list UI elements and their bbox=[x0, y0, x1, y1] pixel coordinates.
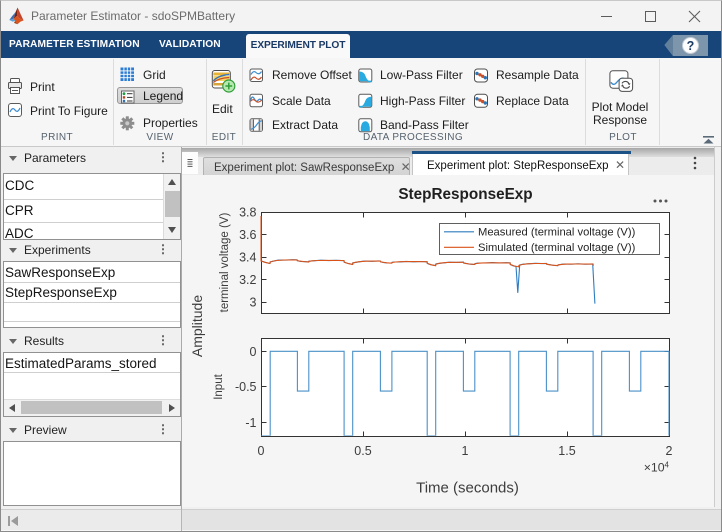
svg-text:terminal voltage (V): terminal voltage (V) bbox=[219, 212, 231, 312]
svg-text:Input: Input bbox=[213, 373, 225, 399]
svg-text:3.8: 3.8 bbox=[239, 206, 256, 220]
svg-text:?: ? bbox=[687, 39, 695, 53]
svg-text:Simulated (terminal voltage (V: Simulated (terminal voltage (V)) bbox=[478, 242, 636, 254]
svg-text:Measured (terminal voltage (V): Measured (terminal voltage (V)) bbox=[478, 227, 636, 239]
svg-text:1.5: 1.5 bbox=[558, 444, 575, 458]
svg-text:0: 0 bbox=[250, 345, 257, 359]
svg-text:2: 2 bbox=[666, 444, 673, 458]
svg-text:3.2: 3.2 bbox=[239, 273, 256, 287]
svg-text:×104: ×104 bbox=[644, 461, 670, 475]
svg-text:3.6: 3.6 bbox=[239, 228, 256, 242]
svg-text:StepResponseExp: StepResponseExp bbox=[398, 186, 532, 203]
svg-text:Time (seconds): Time (seconds) bbox=[416, 480, 519, 497]
svg-text:3: 3 bbox=[250, 296, 257, 310]
svg-text:1: 1 bbox=[462, 444, 469, 458]
svg-text:Amplitude: Amplitude bbox=[189, 295, 205, 357]
svg-text:3.4: 3.4 bbox=[239, 251, 256, 265]
svg-text:-0.5: -0.5 bbox=[235, 380, 257, 394]
svg-text:0.5: 0.5 bbox=[354, 444, 371, 458]
svg-text:0: 0 bbox=[258, 444, 265, 458]
svg-text:-1: -1 bbox=[245, 416, 256, 430]
